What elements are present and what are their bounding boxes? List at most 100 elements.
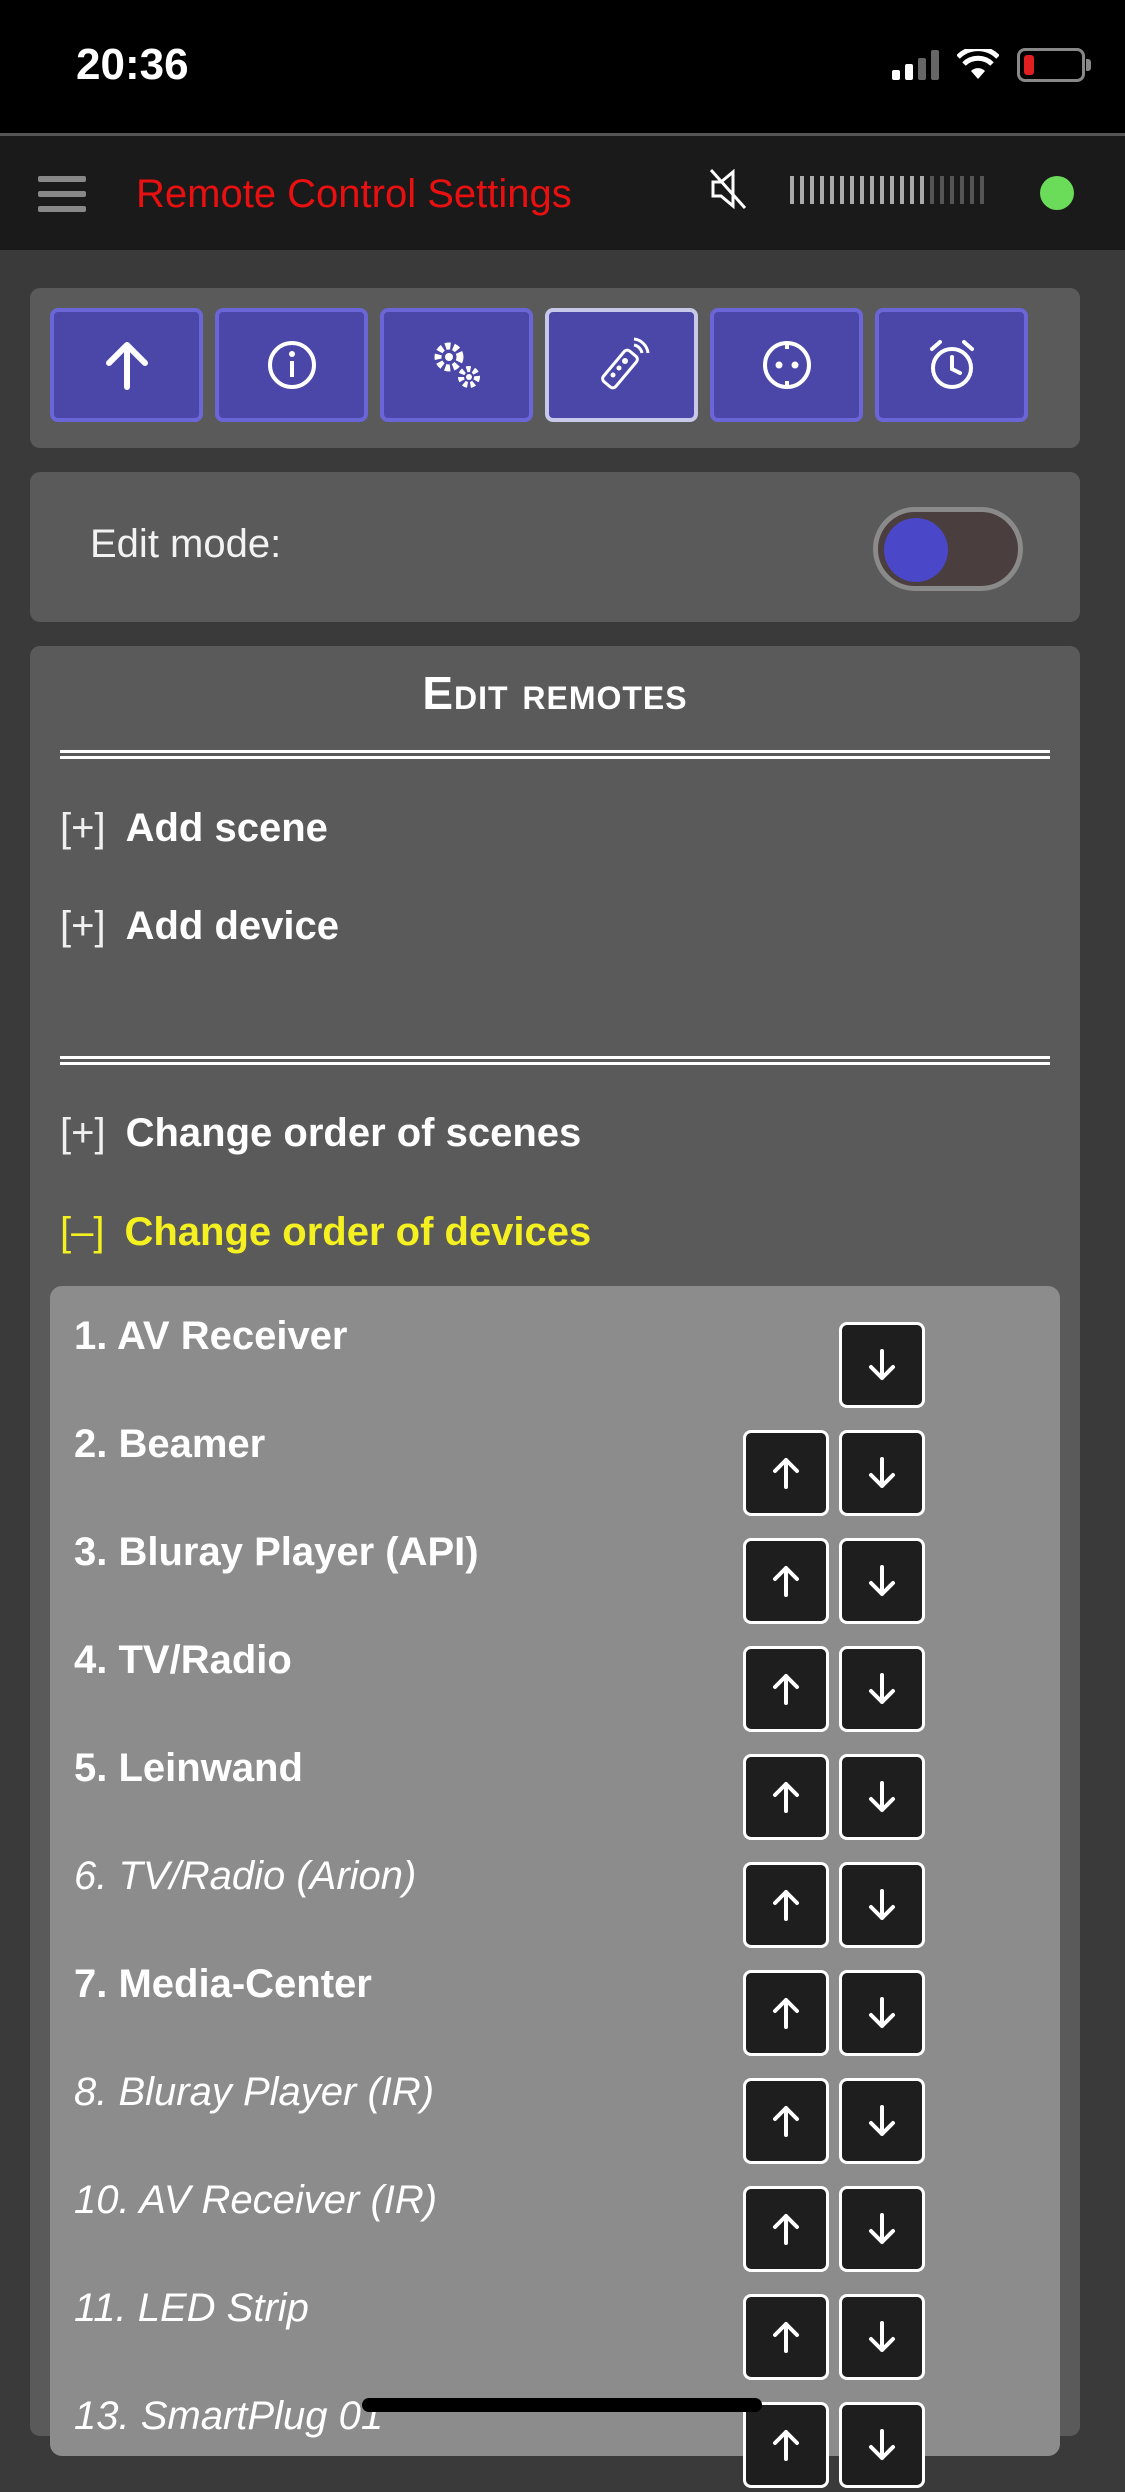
edit-mode-panel: Edit mode: (30, 472, 1080, 622)
edit-mode-toggle[interactable] (873, 507, 1023, 591)
device-row: 2. Beamer (50, 1412, 1060, 1520)
expand-icon: [+] (60, 1111, 106, 1155)
info-icon (267, 341, 316, 389)
section-title: Edit remotes (422, 667, 688, 719)
device-row: 1. AV Receiver (50, 1304, 1060, 1412)
move-down-button[interactable] (839, 1538, 925, 1624)
arrow-down-icon (869, 1457, 895, 1488)
collapse-icon: [–] (60, 1210, 105, 1254)
expand-icon: [+] (60, 806, 106, 850)
edit-remotes-panel: Edit remotes [+] Add scene [+] Add devic… (30, 646, 1080, 2488)
arrow-down-icon (869, 2105, 895, 2136)
plug-icon (762, 341, 811, 389)
move-up-button[interactable] (743, 2078, 829, 2164)
device-order-list: 1. AV Receiver 2. Beamer 3. Bluray Player … (50, 1286, 1060, 2488)
arrow-down-icon (869, 1997, 895, 2028)
nav-panel (30, 288, 1080, 448)
move-down-button[interactable] (839, 1754, 925, 1840)
arrow-up-icon (773, 1998, 799, 2029)
move-down-button[interactable] (839, 1970, 925, 2056)
nav-button-plug[interactable] (710, 308, 863, 422)
arrow-down-icon (869, 1781, 895, 1812)
arrow-up-icon (773, 2214, 799, 2245)
arrow-up-icon (773, 1458, 799, 1489)
move-down-button[interactable] (839, 1862, 925, 1948)
move-up-button[interactable] (743, 1754, 829, 1840)
volume-level-icon (790, 176, 990, 204)
nav-button-timer[interactable] (875, 308, 1028, 422)
arrow-up-icon (773, 1890, 799, 1921)
order-devices-toggle[interactable]: [–] Change order of devices (60, 1210, 591, 1255)
order-scenes-toggle[interactable]: [+] Change order of scenes (60, 1111, 581, 1156)
nav-button-settings[interactable] (380, 308, 533, 422)
move-down-button[interactable] (839, 2078, 925, 2164)
move-up-button[interactable] (743, 2402, 829, 2488)
device-name: 6. TV/Radio (Arion) (74, 1854, 417, 1898)
device-row: 8. Bluray Player (IR) (50, 2060, 1060, 2168)
settings-gears-icon (434, 342, 480, 388)
device-row: 3. Bluray Player (API) (50, 1520, 1060, 1628)
device-name: 13. SmartPlug 01 (74, 2394, 384, 2438)
alarm-clock-icon (929, 340, 974, 389)
divider (60, 1056, 1050, 1065)
move-up-button[interactable] (743, 2186, 829, 2272)
move-up-button[interactable] (743, 1538, 829, 1624)
remote-control-icon (600, 337, 649, 390)
move-down-button[interactable] (839, 2402, 925, 2488)
move-up-button[interactable] (743, 1430, 829, 1516)
move-down-button[interactable] (839, 1646, 925, 1732)
arrow-down-icon (869, 2213, 895, 2244)
home-indicator (362, 2398, 762, 2412)
device-name: 8. Bluray Player (IR) (74, 2070, 435, 2114)
move-up-button[interactable] (743, 2294, 829, 2380)
device-name: 3. Bluray Player (API) (74, 1530, 479, 1574)
clock: 20:36 (76, 40, 189, 89)
move-up-button[interactable] (743, 1970, 829, 2056)
status-bar: 20:36 (0, 0, 1125, 133)
move-down-button[interactable] (839, 2186, 925, 2272)
device-name: 1. AV Receiver (74, 1314, 348, 1358)
arrow-up-icon (773, 1782, 799, 1813)
device-row: 7. Media-Center (50, 1952, 1060, 2060)
move-down-button[interactable] (839, 2294, 925, 2380)
device-row: 5. Leinwand (50, 1736, 1060, 1844)
device-row: 6. TV/Radio (Arion) (50, 1844, 1060, 1952)
add-scene-label: Add scene (125, 806, 328, 850)
arrow-down-icon (869, 1565, 895, 1596)
edit-mode-label: Edit mode: (90, 522, 282, 566)
device-row: 11. LED Strip (50, 2276, 1060, 2384)
connection-status-icon (1040, 176, 1074, 210)
arrow-up-icon (773, 2430, 799, 2461)
add-device-label: Add device (125, 904, 339, 948)
arrow-up-icon (773, 1674, 799, 1705)
arrow-up-icon (105, 342, 148, 390)
arrow-down-icon (869, 1349, 895, 1380)
device-name: 4. TV/Radio (74, 1638, 292, 1682)
mute-icon[interactable] (703, 164, 753, 214)
device-name: 7. Media-Center (74, 1962, 372, 2006)
app-bar: Remote Control Settings (0, 133, 1125, 250)
add-device-toggle[interactable]: [+] Add device (60, 904, 339, 949)
device-name: 10. AV Receiver (IR) (74, 2178, 438, 2222)
move-down-button[interactable] (839, 1430, 925, 1516)
order-scenes-label: Change order of scenes (125, 1111, 582, 1155)
wifi-icon (957, 49, 999, 79)
move-up-button[interactable] (743, 1862, 829, 1948)
menu-icon[interactable] (38, 176, 86, 221)
nav-button-remotes[interactable] (545, 308, 698, 422)
order-devices-label: Change order of devices (124, 1210, 592, 1254)
device-row: 4. TV/Radio (50, 1628, 1060, 1736)
add-scene-toggle[interactable]: [+] Add scene (60, 806, 328, 851)
move-up-button[interactable] (743, 1646, 829, 1732)
move-down-button[interactable] (839, 1322, 925, 1408)
device-name: 11. LED Strip (74, 2286, 309, 2330)
arrow-down-icon (869, 1673, 895, 1704)
device-row: 10. AV Receiver (IR) (50, 2168, 1060, 2276)
device-name: 2. Beamer (74, 1422, 266, 1466)
device-name: 5. Leinwand (74, 1746, 303, 1790)
nav-button-info[interactable] (215, 308, 368, 422)
expand-icon: [+] (60, 904, 106, 948)
arrow-down-icon (869, 1889, 895, 1920)
nav-button-up[interactable] (50, 308, 203, 422)
arrow-down-icon (869, 2321, 895, 2352)
